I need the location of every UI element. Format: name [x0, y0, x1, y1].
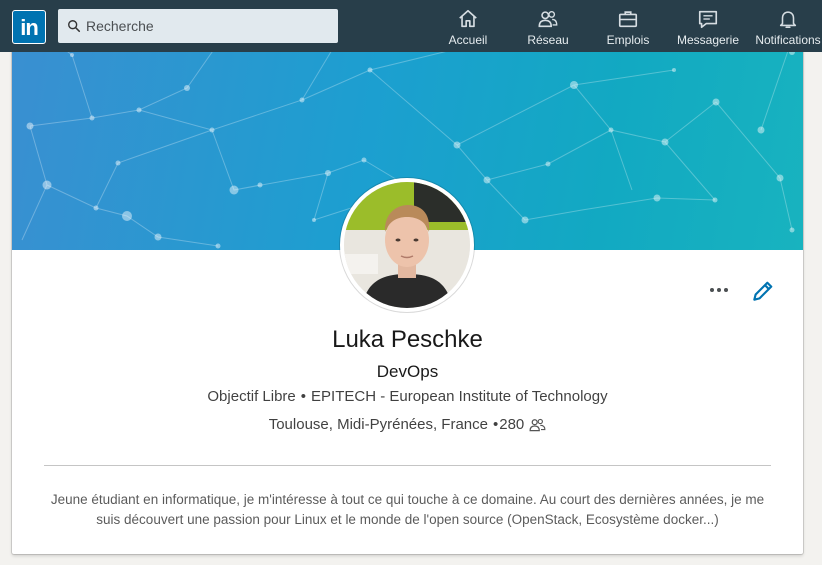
profile-name: Luka Peschke [332, 326, 483, 353]
nav-item-label: Emplois [606, 33, 650, 47]
profile-summary: Jeune étudiant en informatique, je m'int… [50, 492, 765, 527]
current-company-link[interactable]: Objectif Libre [207, 388, 295, 405]
nav-item-messagerie[interactable]: Messagerie [668, 8, 748, 48]
profile-location-line: Toulouse, Midi-Pyrénées, France • 280 [12, 416, 803, 433]
bell-icon [779, 11, 797, 29]
section-divider [44, 465, 771, 466]
nav-item-label: Accueil [448, 33, 488, 47]
more-dots-icon [710, 288, 714, 292]
profile-card: Luka Peschke DevOps Objectif Libre • EPITE… [12, 40, 803, 554]
network-icon [538, 10, 558, 28]
connections-count[interactable]: 280 [499, 416, 524, 433]
nav-item-label: Réseau [527, 33, 569, 47]
pencil-icon [753, 281, 773, 301]
education-link[interactable]: EPITECH - European Institute of Technolo… [311, 388, 608, 405]
nav-item-label: Messagerie [676, 33, 740, 47]
top-navigation-bar: in Accueil Réseau Emplois Messagerie Not… [0, 0, 822, 52]
more-actions-button[interactable] [704, 280, 734, 300]
profile-headline: DevOps [376, 362, 439, 381]
search-icon [68, 20, 81, 33]
messaging-icon [698, 10, 718, 29]
profile-experience-line: Objectif Libre • EPITECH - European Instit… [12, 388, 803, 405]
nav-item-emplois[interactable]: Emplois [588, 8, 668, 48]
separator-dot: • [300, 388, 307, 405]
search-input[interactable] [86, 18, 326, 34]
nav-item-notifications[interactable]: Notifications [748, 8, 822, 48]
linkedin-logo[interactable]: in [12, 10, 46, 44]
profile-photo[interactable] [340, 178, 474, 312]
profile-location: Toulouse, Midi-Pyrénées, France [268, 416, 488, 433]
nav-item-reseau[interactable]: Réseau [508, 8, 588, 48]
separator-dot: • [492, 416, 499, 433]
nav-item-accueil[interactable]: Accueil [428, 8, 508, 48]
home-icon [459, 9, 477, 28]
nav-item-label: Notifications [755, 33, 821, 47]
profile-photo-image [344, 182, 470, 308]
edit-profile-button[interactable] [750, 278, 776, 304]
briefcase-icon [618, 11, 638, 28]
connections-icon [529, 418, 546, 431]
search-box[interactable] [58, 9, 338, 43]
